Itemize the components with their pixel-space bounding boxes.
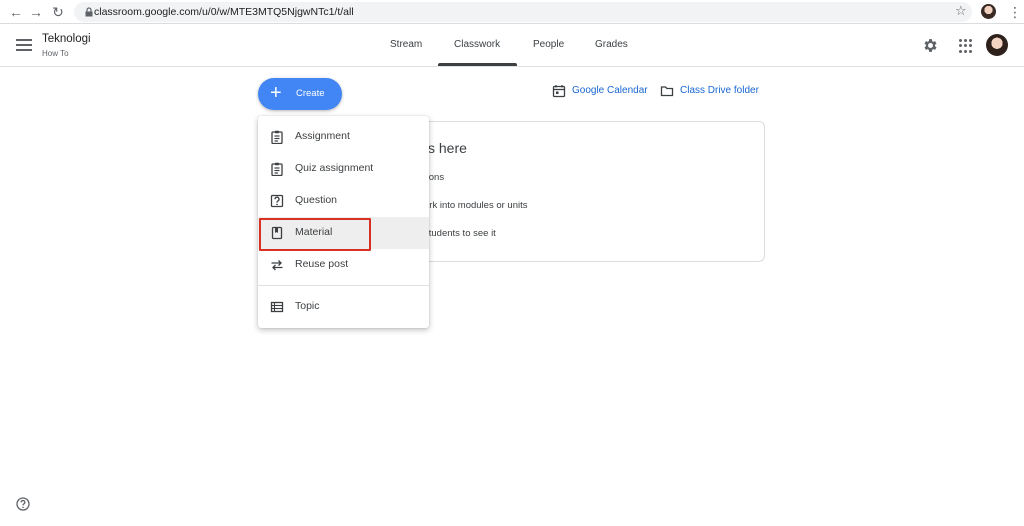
create-button[interactable]: + Create [258,78,342,110]
card-line-2: ork into modules or units [424,200,528,211]
browser-menu-icon[interactable]: ⋮ [1008,4,1022,20]
active-tab-indicator [438,63,517,66]
menu-item-label: Assignment [295,130,350,142]
calendar-icon[interactable] [552,84,566,98]
class-subtitle: How To [42,49,69,58]
google-calendar-link[interactable]: Google Calendar [572,85,648,96]
class-title[interactable]: Teknologi [42,33,91,45]
menu-item-topic[interactable]: Topic [258,291,429,323]
reuse-post-icon [271,260,283,271]
back-arrow-icon[interactable]: ← [8,4,24,20]
menu-item-quiz-assignment[interactable]: Quiz assignment [258,153,429,185]
address-bar[interactable]: classroom.google.com/u/0/w/MTE3MTQ5NjgwN… [74,2,972,22]
question-icon [270,194,284,208]
menu-divider [258,285,429,286]
menu-item-label: Quiz assignment [295,162,374,174]
card-line-3: students to see it [424,228,496,239]
tab-classwork[interactable]: Classwork [454,39,500,50]
menu-item-reuse-post[interactable]: Reuse post [258,249,429,281]
create-button-label: Create [296,88,325,99]
google-apps-icon[interactable] [959,39,973,53]
material-highlight-box [259,218,371,251]
lock-icon [85,7,93,17]
tab-grades[interactable]: Grades [595,39,628,50]
tab-people[interactable]: People [533,39,564,50]
help-icon[interactable] [16,497,30,511]
class-drive-folder-link[interactable]: Class Drive folder [680,85,759,96]
forward-arrow-icon[interactable]: → [28,4,44,20]
menu-item-question[interactable]: Question [258,185,429,217]
quiz-assignment-icon [271,162,283,176]
url-text: classroom.google.com/u/0/w/MTE3MTQ5NjgwN… [94,6,354,18]
reload-icon[interactable]: ↻ [50,4,66,20]
app-header: Teknologi How To Stream Classwork People… [0,25,1024,67]
tab-stream[interactable]: Stream [390,39,422,50]
browser-profile-avatar[interactable] [981,4,996,19]
hamburger-menu-icon[interactable] [16,39,32,53]
gear-icon[interactable] [922,37,939,54]
assignment-icon [271,130,283,144]
menu-item-label: Question [295,194,338,206]
browser-toolbar: ← → ↻ classroom.google.com/u/0/w/MTE3MTQ… [0,0,1024,24]
classwork-intro-card [420,121,765,262]
menu-item-label: Reuse post [295,258,349,270]
topic-icon [270,301,284,313]
avatar[interactable] [986,34,1008,56]
folder-icon[interactable] [660,84,674,98]
plus-icon: + [270,82,282,104]
bookmark-star-icon[interactable]: ☆ [955,4,969,18]
menu-item-label: Topic [295,300,320,312]
menu-item-assignment[interactable]: Assignment [258,121,429,153]
